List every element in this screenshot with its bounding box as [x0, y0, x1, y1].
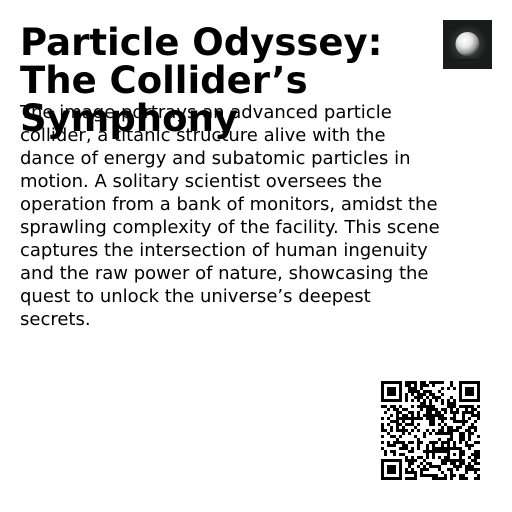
sphere-icon — [443, 20, 492, 69]
thumbnail-image — [443, 20, 492, 69]
description-text: The image portrays an advanced particle … — [20, 102, 440, 330]
qr-code — [381, 381, 480, 480]
qr-code-icon — [381, 381, 480, 480]
